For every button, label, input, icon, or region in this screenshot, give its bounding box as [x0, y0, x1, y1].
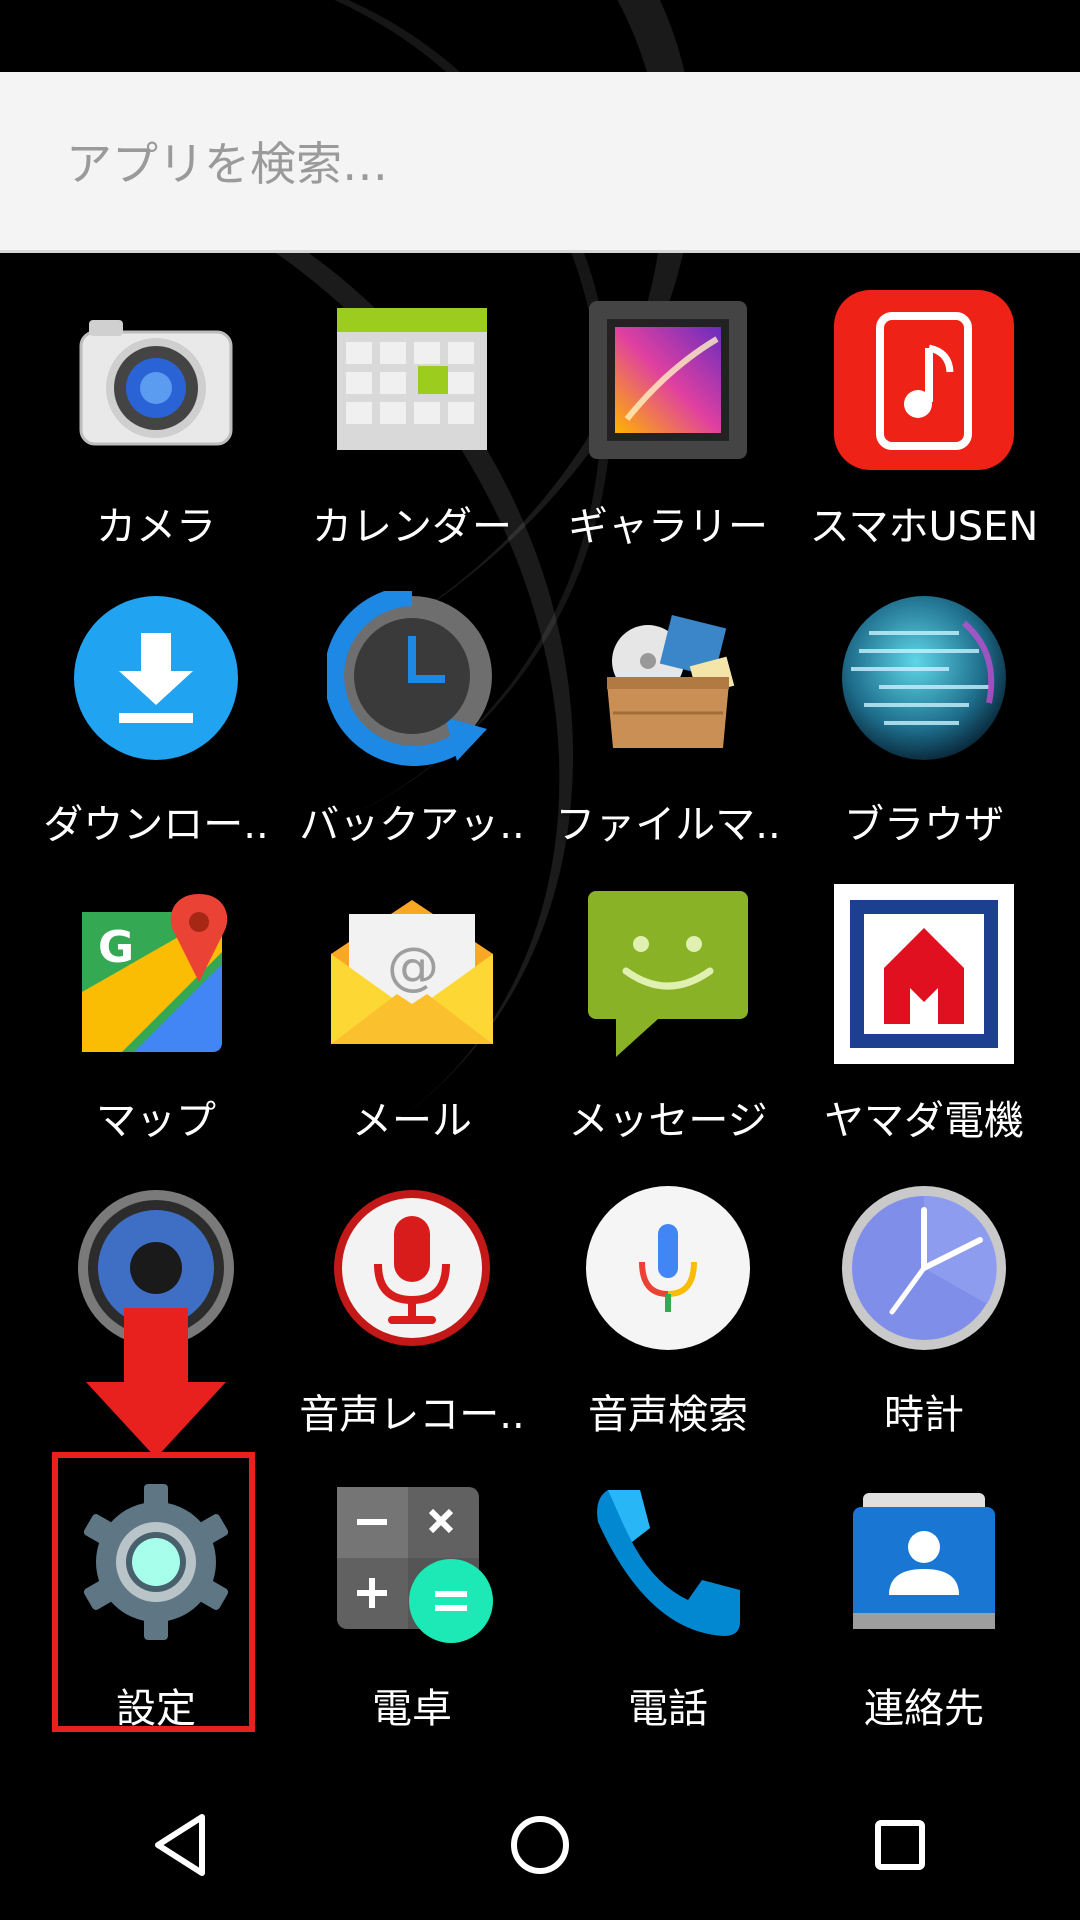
app-phone[interactable]: 電話: [538, 1472, 798, 1762]
app-label: スマホUSEN: [809, 504, 1039, 550]
app-messages[interactable]: メッセージ: [538, 884, 798, 1174]
app-label: ファイルマ..: [555, 802, 781, 848]
gallery-icon: [578, 290, 758, 470]
phone-icon: [578, 1472, 758, 1652]
app-contacts[interactable]: 連絡先: [794, 1472, 1054, 1762]
browser-icon: [834, 588, 1014, 768]
navigation-bar: [0, 1770, 1080, 1920]
app-label: ギャラリー: [568, 504, 768, 550]
app-maps[interactable]: G マップ: [26, 884, 286, 1174]
app-browser[interactable]: ブラウザ: [794, 588, 1054, 878]
app-calendar[interactable]: カレンダー: [282, 290, 542, 580]
app-label: マップ: [96, 1098, 216, 1144]
app-label: カレンダー: [312, 504, 512, 550]
app-voice-recorder[interactable]: 音声レコー..: [282, 1178, 542, 1468]
app-backup[interactable]: バックアッ..: [282, 588, 542, 878]
backup-icon: [322, 588, 502, 768]
svg-text:G: G: [98, 922, 134, 973]
home-icon: [511, 1816, 569, 1874]
annotation-highlight-box: [52, 1452, 255, 1732]
contacts-icon: [834, 1472, 1014, 1652]
app-label: 音声レコー..: [299, 1392, 525, 1438]
app-label: ヤマダ電機: [824, 1098, 1024, 1144]
app-label: 音声検索: [588, 1392, 748, 1438]
app-label: メール: [352, 1098, 472, 1144]
app-file-manager[interactable]: ファイルマ..: [538, 588, 798, 878]
voice-recorder-icon: [322, 1178, 502, 1358]
app-usen[interactable]: スマホUSEN: [794, 290, 1054, 580]
app-label: 電卓: [372, 1686, 452, 1732]
recents-icon: [875, 1820, 925, 1870]
app-label: カメラ: [96, 504, 216, 550]
app-voice-search[interactable]: 音声検索: [538, 1178, 798, 1468]
usen-icon: [834, 290, 1014, 470]
yamada-icon: [834, 884, 1014, 1064]
app-downloads[interactable]: ダウンロー..: [26, 588, 286, 878]
app-label: 電話: [628, 1686, 708, 1732]
app-label: ブラウザ: [844, 802, 1004, 848]
app-label: バックアッ..: [299, 802, 525, 848]
mail-icon: @: [322, 884, 502, 1064]
app-label: 時計: [884, 1392, 964, 1438]
back-icon: [155, 1814, 205, 1876]
app-gallery[interactable]: ギャラリー: [538, 290, 798, 580]
app-yamada[interactable]: ヤマダ電機: [794, 884, 1054, 1174]
voice-search-icon: [578, 1178, 758, 1358]
app-mail[interactable]: @ メール: [282, 884, 542, 1174]
file-manager-icon: [578, 588, 758, 768]
back-button[interactable]: [130, 1795, 230, 1895]
calculator-icon: [322, 1472, 502, 1652]
search-placeholder: アプリを検索…: [66, 137, 388, 191]
app-search-bar[interactable]: アプリを検索…: [0, 72, 1080, 253]
app-label: 連絡先: [864, 1686, 984, 1732]
app-label: メッセージ: [568, 1098, 768, 1144]
download-icon: [66, 588, 246, 768]
annotation-arrow: [86, 1308, 226, 1458]
svg-text:@: @: [387, 937, 439, 997]
recents-button[interactable]: [850, 1795, 950, 1895]
app-camera[interactable]: カメラ: [26, 290, 286, 580]
app-clock[interactable]: 時計: [794, 1178, 1054, 1468]
clock-icon: [834, 1178, 1014, 1358]
app-calculator[interactable]: 電卓: [282, 1472, 542, 1762]
calendar-icon: [322, 290, 502, 470]
app-label: ダウンロー..: [43, 802, 269, 848]
home-button[interactable]: [490, 1795, 590, 1895]
camera-icon: [66, 290, 246, 470]
messages-icon: [578, 884, 758, 1064]
maps-icon: G: [66, 884, 246, 1064]
